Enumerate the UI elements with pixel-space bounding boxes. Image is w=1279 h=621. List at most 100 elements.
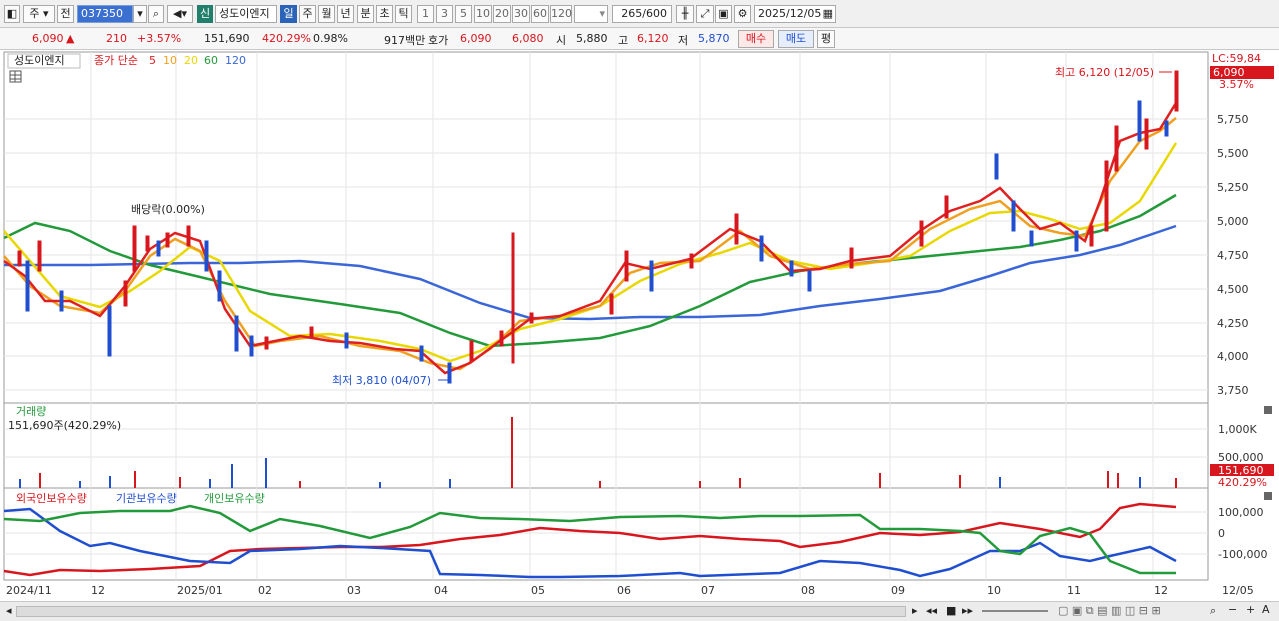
search-icon[interactable]: ⌕ (148, 5, 164, 23)
period-month[interactable]: 월 (318, 5, 335, 23)
all-button[interactable]: 전 (57, 5, 74, 23)
interval-3[interactable]: 3 (436, 5, 453, 23)
y-tick-4500: 4,500 (1217, 283, 1249, 296)
market-type-select[interactable]: 주 ▾ (23, 5, 55, 23)
fast-forward-icon[interactable]: ▸▸ (962, 604, 973, 617)
volume-value: 151,690 (204, 32, 250, 45)
stock-chart[interactable]: 성도이엔지 종가 단순 5 10 20 60 120 배당락(0.00%) 최저… (0, 51, 1279, 603)
bid-price: 6,080 (512, 32, 544, 45)
data-count: 265 (621, 7, 643, 20)
scroll-left-icon[interactable]: ◂ (6, 604, 12, 617)
x-axis: 2024/11 12 2025/01 02 03 04 05 06 07 08 … (6, 584, 1254, 597)
main-toolbar: ◧ 주 ▾ 전 037350 ▾ ⌕ ◀▾ 신 성도이엔지 일 주 월 년 분 … (0, 0, 1279, 28)
custom-interval-select[interactable]: ▾ (574, 5, 608, 23)
period-year[interactable]: 년 (337, 5, 354, 23)
interval-1[interactable]: 1 (417, 5, 434, 23)
stock-code-input[interactable]: 037350 (77, 5, 133, 23)
bid-label: 호가 (428, 34, 449, 47)
gear-icon[interactable]: ⚙ (734, 5, 751, 23)
speaker-icon[interactable]: ◀▾ (167, 5, 193, 23)
high-price: 6,120 (637, 32, 669, 45)
new-badge[interactable]: 신 (197, 5, 213, 23)
legend-individual: 개인보유수량 (204, 492, 265, 505)
dividend-annotation: 배당락(0.00%) (131, 203, 205, 216)
trade-amount: 917백만 (384, 34, 426, 47)
legend-ma120: 120 (225, 54, 246, 67)
volume-tick-1000k: 1,000K (1218, 423, 1257, 436)
y-tick-5250: 5,250 (1217, 181, 1249, 194)
scroll-right-icon[interactable]: ▸ (912, 604, 918, 617)
candle-type-icon[interactable]: ╫ (676, 5, 694, 23)
y-tick-4750: 4,750 (1217, 249, 1249, 262)
date-value: 2025/12/05 (758, 7, 822, 20)
volume-value-label: 151,690주(420.29%) (8, 419, 121, 432)
x-tick-12b: 12 (1154, 584, 1168, 597)
period-day[interactable]: 일 (280, 5, 297, 23)
interval-5[interactable]: 5 (455, 5, 472, 23)
high-annotation: 최고 6,120 (12/05) (1055, 66, 1154, 79)
high-label: 고 (618, 34, 629, 47)
y-tick-5000: 5,000 (1217, 215, 1249, 228)
x-tick-11: 11 (1067, 584, 1081, 597)
font-size-icon[interactable]: A (1262, 603, 1270, 616)
x-tick-07: 07 (701, 584, 715, 597)
change-tag: 3.57% (1219, 78, 1254, 91)
save-icon[interactable]: ▣ (715, 5, 732, 23)
data-count-total: /600 (642, 7, 667, 20)
legend-foreign: 외국인보유수량 (16, 492, 87, 505)
up-arrow-icon: ▲ (66, 32, 75, 45)
zoom-icon[interactable]: ⌕ (1210, 604, 1216, 618)
volume-tick-500000: 500,000 (1218, 451, 1264, 464)
stock-name-field[interactable]: 성도이엔지 (215, 5, 277, 23)
interval-60[interactable]: 60 (531, 5, 549, 23)
market-type-label: 주 (29, 7, 40, 20)
interval-10[interactable]: 10 (474, 5, 492, 23)
volume-ratio-tag: 420.29% (1218, 476, 1267, 489)
low-price: 5,870 (698, 32, 730, 45)
period-week[interactable]: 주 (299, 5, 316, 23)
data-count-field[interactable]: 265/600 (612, 5, 672, 23)
ask-price: 6,090 (460, 32, 492, 45)
y-tick-4000: 4,000 (1217, 350, 1249, 363)
line-tool-icon[interactable]: ⤢ (696, 5, 714, 23)
holdings-tick-neg100000: -100,000 (1218, 548, 1267, 561)
legend-ma60: 60 (204, 54, 218, 67)
volume-close-icon[interactable] (1264, 406, 1272, 414)
low-label: 저 (678, 34, 689, 47)
quote-bar: 6,090 ▲ 210 +3.57% 151,690 420.29% 0.98%… (0, 28, 1279, 50)
zoom-slider[interactable] (982, 610, 1048, 612)
price-change: 210 (106, 32, 127, 45)
x-tick-right: 12/05 (1222, 584, 1254, 597)
buy-button[interactable]: 매수 (738, 30, 774, 48)
legend-ma5: 5 (149, 54, 156, 67)
interval-120[interactable]: 120 (550, 5, 572, 23)
horizontal-scrollbar[interactable] (16, 606, 906, 617)
legend-institution: 기관보유수량 (116, 492, 177, 505)
calendar-icon[interactable]: ▦ (823, 6, 833, 22)
view-toggle-icons[interactable]: ▢ ▣ ⧉ ▤ ▥ ◫ ⊟ ⊞ (1058, 604, 1161, 618)
rewind-icon[interactable]: ◂◂ (926, 604, 937, 617)
interval-30[interactable]: 30 (512, 5, 530, 23)
zoom-out-icon[interactable]: − (1228, 603, 1237, 616)
x-tick-08: 08 (801, 584, 815, 597)
period-second[interactable]: 초 (376, 5, 393, 23)
date-field[interactable]: 2025/12/05 ▦ (754, 5, 836, 23)
open-label: 시 (556, 34, 567, 47)
interval-20[interactable]: 20 (493, 5, 511, 23)
stop-icon[interactable]: ■ (946, 604, 956, 617)
holdings-close-icon[interactable] (1264, 492, 1272, 500)
evaluate-button[interactable]: 평 (817, 30, 835, 48)
x-tick-04: 04 (434, 584, 448, 597)
layout-icon[interactable]: ◧ (4, 5, 20, 23)
bottom-control-bar: ◂ ▸ ◂◂ ■ ▸▸ ▢ ▣ ⧉ ▤ ▥ ◫ ⊟ ⊞ ⌕ − + A (0, 601, 1279, 621)
sell-button[interactable]: 매도 (778, 30, 814, 48)
x-tick-05: 05 (531, 584, 545, 597)
period-tick[interactable]: 틱 (395, 5, 412, 23)
zoom-in-icon[interactable]: + (1246, 603, 1255, 616)
holdings-tick-0: 0 (1218, 527, 1225, 540)
volume-title: 거래량 (16, 405, 46, 418)
legend-ma20: 20 (184, 54, 198, 67)
period-minute[interactable]: 분 (357, 5, 374, 23)
legend-stock-name: 성도이엔지 (14, 54, 65, 67)
code-dropdown-icon[interactable]: ▾ (133, 5, 147, 23)
